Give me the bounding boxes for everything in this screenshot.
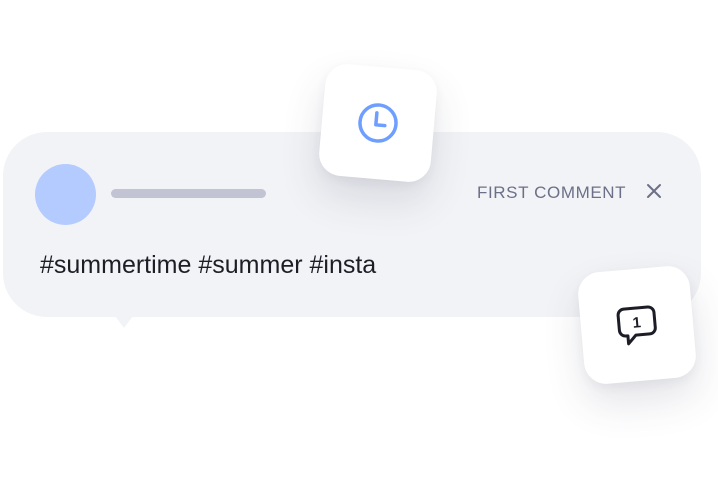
- schedule-badge: [317, 62, 439, 184]
- speech-bubble-icon: 1: [616, 305, 657, 346]
- first-comment-label: FIRST COMMENT: [477, 183, 627, 202]
- close-button[interactable]: [642, 179, 666, 203]
- comment-card-tail: [112, 312, 136, 328]
- clock-icon: [358, 103, 398, 143]
- username-placeholder: [111, 189, 266, 198]
- comment-count: 1: [632, 314, 642, 332]
- comment-text: #summertime #summer #insta: [40, 251, 377, 279]
- avatar: [35, 164, 96, 225]
- first-comment-illustration: FIRST COMMENT #summertime #summer #insta…: [0, 0, 718, 494]
- close-icon: [647, 184, 661, 198]
- comment-count-badge: 1: [576, 264, 698, 386]
